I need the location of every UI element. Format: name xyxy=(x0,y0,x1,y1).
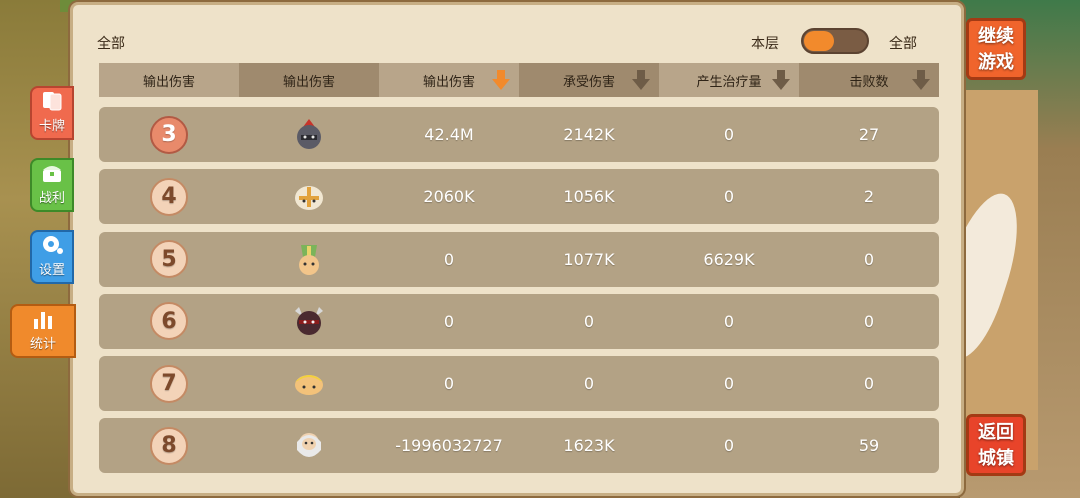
column-header-hero[interactable]: 输出伤害 xyxy=(239,63,379,97)
bar-chart-icon xyxy=(34,312,52,329)
healing-value: 6629K xyxy=(703,249,755,269)
column-header-label: 产生治疗量 xyxy=(696,74,762,90)
rank-badge: 8 xyxy=(150,426,188,465)
table-row: 7 0 0 0 0 xyxy=(99,356,939,412)
rank-badge: 4 xyxy=(150,177,188,216)
damage-dealt-value: 0 xyxy=(443,374,455,394)
tab-statistics-label: 统计 xyxy=(29,337,56,352)
kills-value: 2 xyxy=(863,187,875,207)
rank-badge: 7 xyxy=(150,364,188,403)
filter-bar: 全部 本层 全部 xyxy=(73,5,961,61)
statistics-panel: 全部 本层 全部 输出伤害 输出伤害 输出伤害 承受伤害 产生治疗量 击败数 3… xyxy=(70,2,964,496)
filter-all-right[interactable]: 全部 xyxy=(889,33,917,53)
horned-dark-warrior-icon xyxy=(291,303,327,339)
continue-game-button[interactable]: 继续 游戏 xyxy=(966,18,1026,80)
healing-value: 0 xyxy=(723,125,735,144)
column-header-damage-taken[interactable]: 承受伤害 xyxy=(519,63,659,97)
tab-cards-label: 卡牌 xyxy=(38,119,65,134)
tab-loot-label: 战利 xyxy=(38,191,65,206)
bishop-mitre-icon xyxy=(291,241,327,277)
damage-dealt-value: 0 xyxy=(443,249,455,269)
kills-value: 0 xyxy=(863,311,875,331)
damage-dealt-value: -1996032727 xyxy=(395,436,503,456)
damage-taken-value: 0 xyxy=(583,311,595,331)
column-header-bar: 输出伤害 输出伤害 输出伤害 承受伤害 产生治疗量 击败数 xyxy=(99,63,939,97)
table-row: 5 0 1077K 6629K 0 xyxy=(99,231,939,287)
damage-taken-value: 0 xyxy=(583,374,595,394)
floor-toggle-switch[interactable] xyxy=(801,28,869,54)
sort-down-arrow-icon[interactable] xyxy=(911,69,931,91)
table-row: 6 0 0 0 0 xyxy=(99,293,939,349)
white-bearded-sage-icon xyxy=(291,428,327,464)
table-row: 3 42.4M 2142K 0 27 xyxy=(99,107,939,162)
treasure-chest-icon xyxy=(43,166,61,182)
return-to-town-label-line1: 返回 xyxy=(978,422,1014,443)
tab-settings-label: 设置 xyxy=(38,263,65,278)
cards-icon xyxy=(43,92,62,111)
column-header-label: 承受伤害 xyxy=(562,74,615,90)
white-hooded-knight-icon xyxy=(291,179,327,215)
damage-dealt-value: 0 xyxy=(443,311,455,331)
kills-value: 27 xyxy=(858,125,880,144)
stats-table: 3 42.4M 2142K 0 27 4 2060K 1056K 0 2 5 0… xyxy=(99,107,939,481)
tab-statistics[interactable]: 统计 xyxy=(10,304,76,358)
kills-value: 0 xyxy=(863,374,875,394)
rank-badge: 6 xyxy=(150,302,188,341)
sort-down-arrow-icon[interactable] xyxy=(631,69,651,91)
healing-value: 0 xyxy=(723,187,735,207)
tab-loot[interactable]: 战利 xyxy=(30,158,74,212)
blonde-child-icon xyxy=(291,366,327,402)
damage-dealt-value: 2060K xyxy=(423,187,475,207)
column-header-healing[interactable]: 产生治疗量 xyxy=(659,63,799,97)
column-header-rank[interactable]: 输出伤害 xyxy=(99,63,239,97)
column-header-kills[interactable]: 击败数 xyxy=(799,63,939,97)
table-row: 4 2060K 1056K 0 2 xyxy=(99,169,939,225)
tab-settings[interactable]: 设置 xyxy=(30,230,74,284)
healing-value: 0 xyxy=(723,374,735,394)
return-to-town-button[interactable]: 返回 城镇 xyxy=(966,414,1026,476)
continue-game-label-line1: 继续 xyxy=(978,26,1014,47)
column-header-label: 击败数 xyxy=(849,74,889,90)
sort-down-arrow-icon[interactable] xyxy=(771,69,791,91)
kills-value: 59 xyxy=(858,436,880,456)
toggle-knob xyxy=(804,31,834,51)
damage-taken-value: 2142K xyxy=(563,125,615,144)
filter-all-left[interactable]: 全部 xyxy=(97,33,125,53)
rank-badge: 3 xyxy=(150,115,188,154)
healing-value: 0 xyxy=(723,311,735,331)
filter-current-floor[interactable]: 本层 xyxy=(751,33,779,53)
tab-cards[interactable]: 卡牌 xyxy=(30,86,74,140)
damage-taken-value: 1056K xyxy=(563,187,615,207)
kills-value: 0 xyxy=(863,249,875,269)
return-to-town-label-line2: 城镇 xyxy=(978,448,1014,469)
column-header-label: 输出伤害 xyxy=(282,74,335,90)
healing-value: 0 xyxy=(723,436,735,456)
continue-game-label-line2: 游戏 xyxy=(978,52,1014,73)
damage-taken-value: 1077K xyxy=(563,249,615,269)
sort-down-arrow-icon-active[interactable] xyxy=(491,69,511,91)
column-header-label: 输出伤害 xyxy=(422,74,475,90)
gear-icon xyxy=(43,236,63,254)
damage-taken-value: 1623K xyxy=(563,436,615,456)
column-header-label: 输出伤害 xyxy=(142,74,195,90)
column-header-damage-dealt[interactable]: 输出伤害 xyxy=(379,63,519,97)
table-row: 8 -1996032727 1623K 0 59 xyxy=(99,418,939,474)
red-plumed-warrior-icon xyxy=(291,117,327,153)
rank-badge: 5 xyxy=(150,240,188,279)
damage-dealt-value: 42.4M xyxy=(424,125,474,144)
